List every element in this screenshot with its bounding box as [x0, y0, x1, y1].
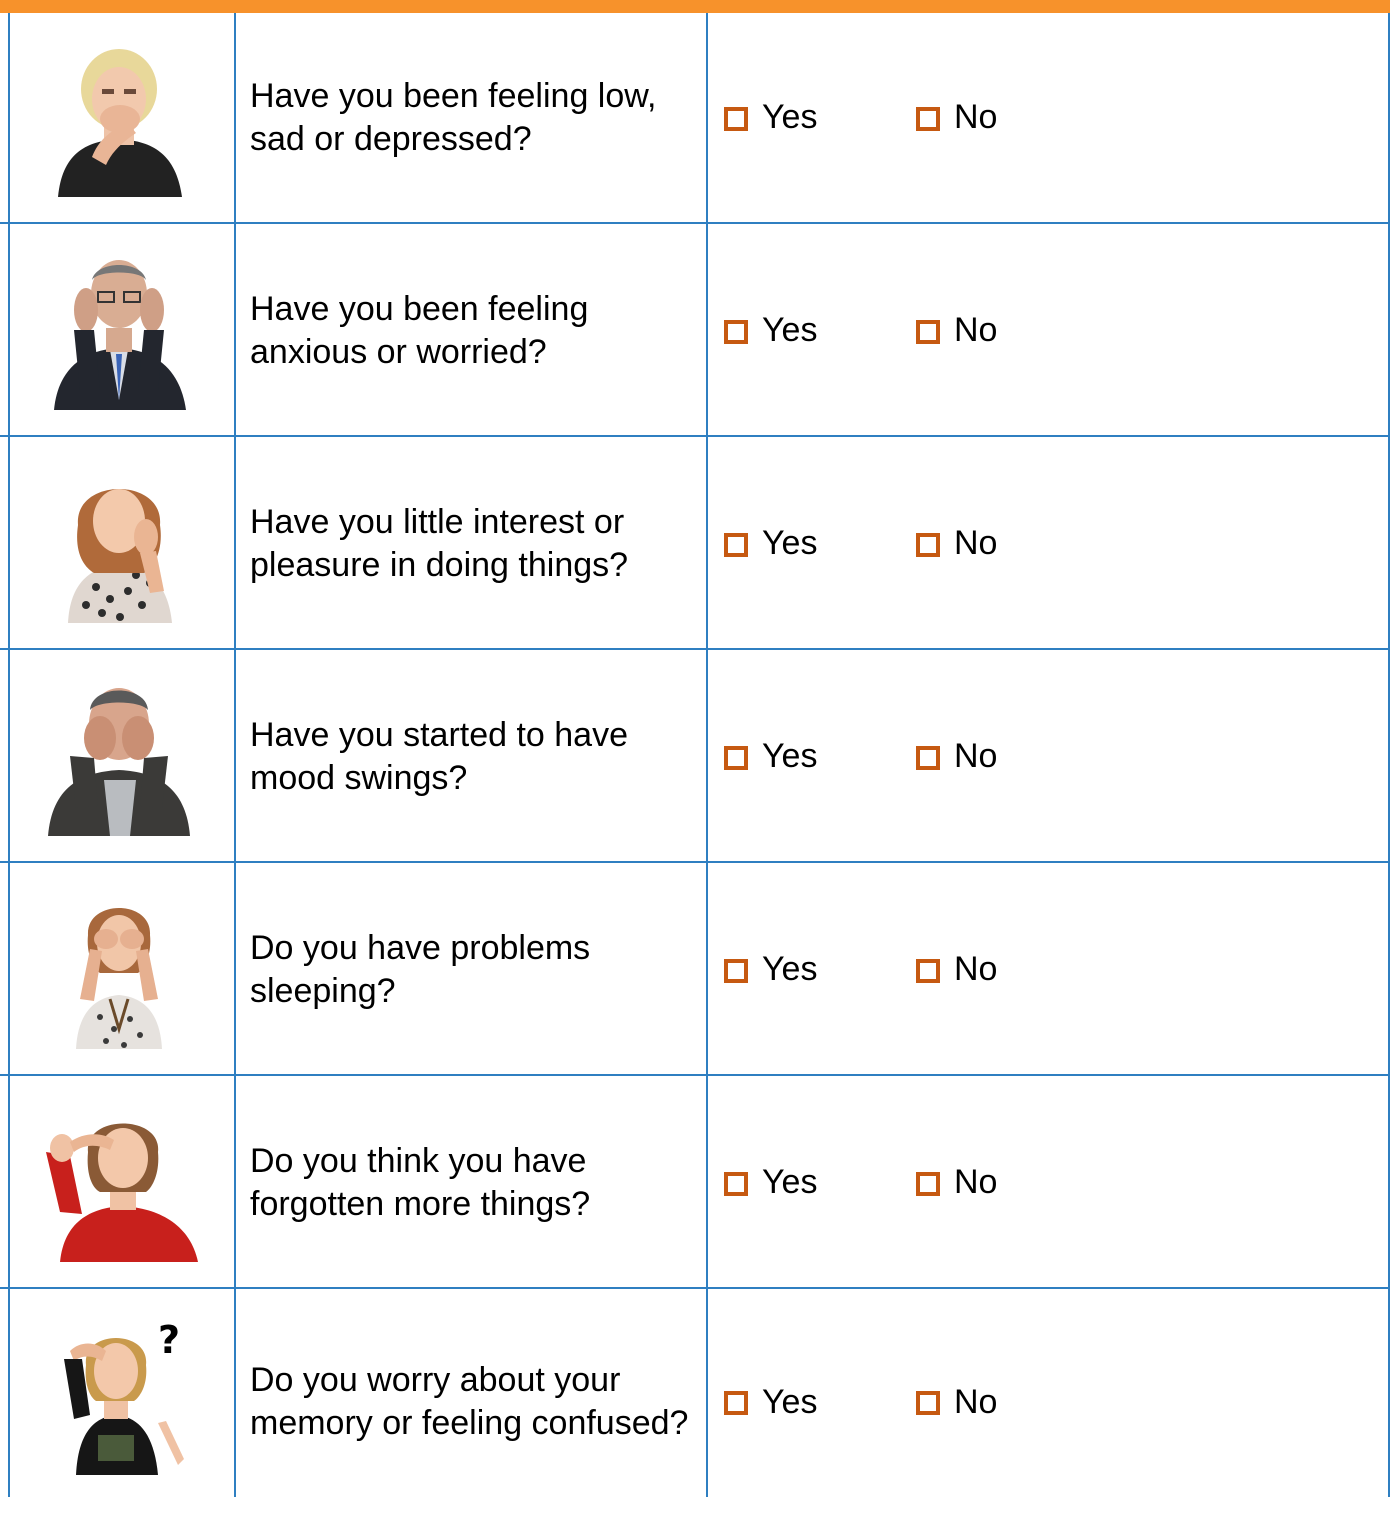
question-text: Have you been feeling anxious or worried… [250, 289, 589, 371]
no-option[interactable]: No [916, 439, 997, 648]
yes-option[interactable]: Yes [724, 1078, 817, 1287]
table-row: Have you been feeling low, sad or depres… [0, 13, 1390, 224]
no-checkbox[interactable] [916, 532, 940, 557]
man-hands-over-face-image [48, 688, 190, 836]
yes-checkbox[interactable] [724, 745, 748, 770]
yes-checkbox[interactable] [724, 106, 748, 131]
woman-hand-on-cheek-image [68, 489, 172, 623]
table-row: ? Do you worry about your memory or feel… [0, 1291, 1390, 1513]
table-row: Have you little interest or pleasure in … [0, 439, 1390, 650]
question-text: Have you started to have mood swings? [250, 715, 629, 797]
no-option[interactable]: No [916, 226, 997, 435]
yes-checkbox[interactable] [724, 319, 748, 344]
question-text: Do you have problems sleeping? [250, 928, 591, 1010]
no-option[interactable]: No [916, 1291, 997, 1513]
question-mark-glyph: ? [158, 1318, 180, 1362]
yes-option[interactable]: Yes [724, 439, 817, 648]
table-row: Have you started to have mood swings? Ye… [0, 652, 1390, 863]
yes-checkbox[interactable] [724, 1171, 748, 1196]
no-option[interactable]: No [916, 1078, 997, 1287]
table-row: Have you been feeling anxious or worried… [0, 226, 1390, 437]
man-hands-on-head-image [54, 260, 186, 410]
yes-option[interactable]: Yes [724, 1291, 817, 1513]
no-option[interactable]: No [916, 652, 997, 861]
table-row: Do you have problems sleeping? Yes No [0, 865, 1390, 1076]
header-bar [0, 0, 1390, 13]
table-row: Do you think you have forgotten more thi… [0, 1078, 1390, 1289]
no-checkbox[interactable] [916, 1171, 940, 1196]
no-option[interactable]: No [916, 865, 997, 1074]
no-checkbox[interactable] [916, 1391, 940, 1415]
question-text: Do you think you have forgotten more thi… [250, 1141, 591, 1223]
yes-option[interactable]: Yes [724, 13, 817, 222]
no-checkbox[interactable] [916, 319, 940, 344]
no-checkbox[interactable] [916, 958, 940, 983]
woman-rubbing-eyes-image [76, 908, 162, 1049]
yes-option[interactable]: Yes [724, 865, 817, 1074]
question-text: Have you been feeling low, sad or depres… [250, 76, 657, 158]
person-hand-over-mouth-image [58, 49, 182, 197]
yes-checkbox[interactable] [724, 958, 748, 983]
no-option[interactable]: No [916, 13, 997, 222]
yes-option[interactable]: Yes [724, 652, 817, 861]
no-checkbox[interactable] [916, 745, 940, 770]
questionnaire-table: Have you been feeling low, sad or depres… [0, 13, 1390, 1497]
question-text: Do you worry about your memory or feelin… [250, 1361, 689, 1442]
person-confused-question-mark-image: ? [64, 1318, 184, 1475]
woman-hand-on-forehead-image [46, 1123, 198, 1262]
yes-checkbox[interactable] [724, 532, 748, 557]
yes-checkbox[interactable] [724, 1391, 748, 1415]
yes-option[interactable]: Yes [724, 226, 817, 435]
no-checkbox[interactable] [916, 106, 940, 131]
question-text: Have you little interest or pleasure in … [250, 502, 629, 584]
